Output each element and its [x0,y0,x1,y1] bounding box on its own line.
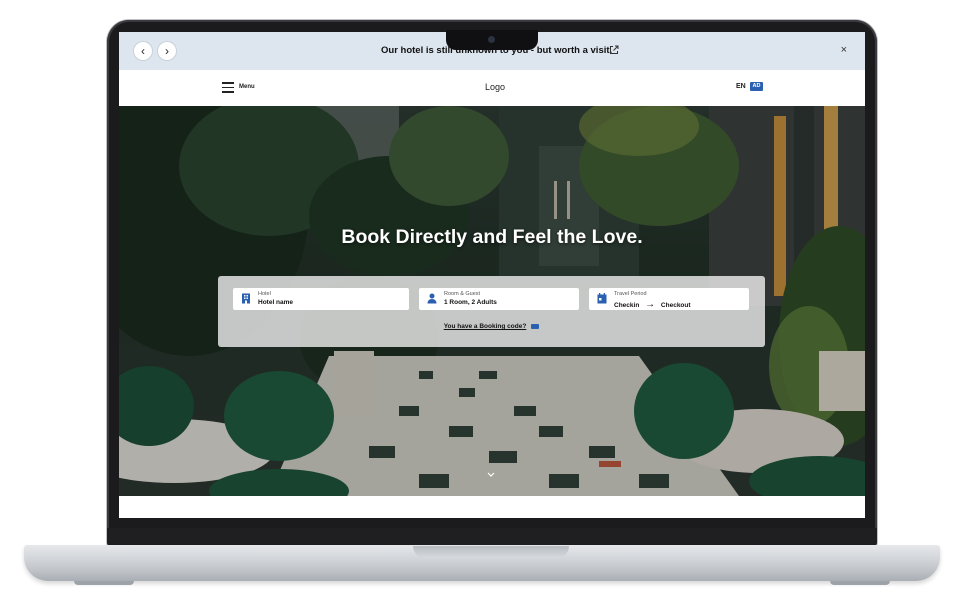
laptop-foot-right [830,581,890,585]
chevron-left-icon[interactable]: ‹ [134,42,152,60]
content-section-top [119,496,865,518]
room-guest-value: 1 Room, 2 Adults [444,299,497,306]
close-icon[interactable]: × [841,44,847,56]
language-selector[interactable]: EN [736,83,746,90]
language-badge-icon[interactable]: AD [750,82,763,91]
checkin-value[interactable]: Checkin [614,302,639,309]
camera-icon [488,36,495,43]
room-guest-field[interactable]: Room & Guest 1 Room, 2 Adults [419,288,579,310]
hero-title: Book Directly and Feel the Love. [341,226,643,248]
checkout-value[interactable]: Checkout [661,302,691,309]
laptop-hinge [107,528,877,546]
hamburger-menu-icon[interactable] [222,82,234,93]
scroll-down-chevron-icon[interactable] [485,470,497,480]
external-link-icon[interactable] [609,45,619,55]
laptop-foot-left [74,581,134,585]
booking-code-link[interactable]: You have a Booking code? [444,323,527,330]
travel-period-field[interactable]: Travel Period Checkin → Checkout [589,288,749,310]
chevron-right-icon[interactable]: › [158,42,176,60]
arrow-right-icon: → [645,299,656,310]
laptop-screen: ‹ › Our hotel is still unknown to you - … [119,32,865,518]
building-icon [242,293,250,304]
menu-label[interactable]: Menu [239,84,255,90]
site-header: Menu Logo EN AD [119,70,865,106]
hotel-field-value: Hotel name [258,299,294,306]
room-guest-label: Room & Guest [444,291,481,297]
hero-section: Book Directly and Feel the Love. Hotel H… [119,106,865,496]
travel-period-value: Checkin → Checkout [614,299,691,310]
hotel-field[interactable]: Hotel Hotel name [233,288,409,310]
calendar-icon [597,293,607,304]
ticket-icon[interactable] [531,323,540,329]
laptop-thumb-groove [413,546,569,558]
travel-period-label: Travel Period [614,291,647,297]
booking-code-row: You have a Booking code? [218,323,765,330]
booking-panel: Hotel Hotel name Room & Guest 1 Room, 2 … [218,276,765,347]
logo[interactable]: Logo [485,82,505,92]
person-icon [427,293,437,304]
hotel-field-label: Hotel [258,291,271,297]
